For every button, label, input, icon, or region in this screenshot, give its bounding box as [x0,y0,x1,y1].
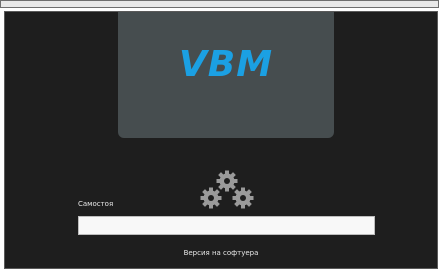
gears-icon [200,170,254,209]
progress-bar [78,216,375,235]
window-title-bar [0,0,439,8]
splash-screen: VBM Самостоя Версия на софтуера [4,11,438,269]
app-logo: VBM [178,44,274,85]
logo-panel: VBM [118,12,334,138]
status-label: Самостоя [78,200,114,208]
progress-fill [79,217,374,234]
software-version-label: Версия на софтуера [183,249,259,257]
